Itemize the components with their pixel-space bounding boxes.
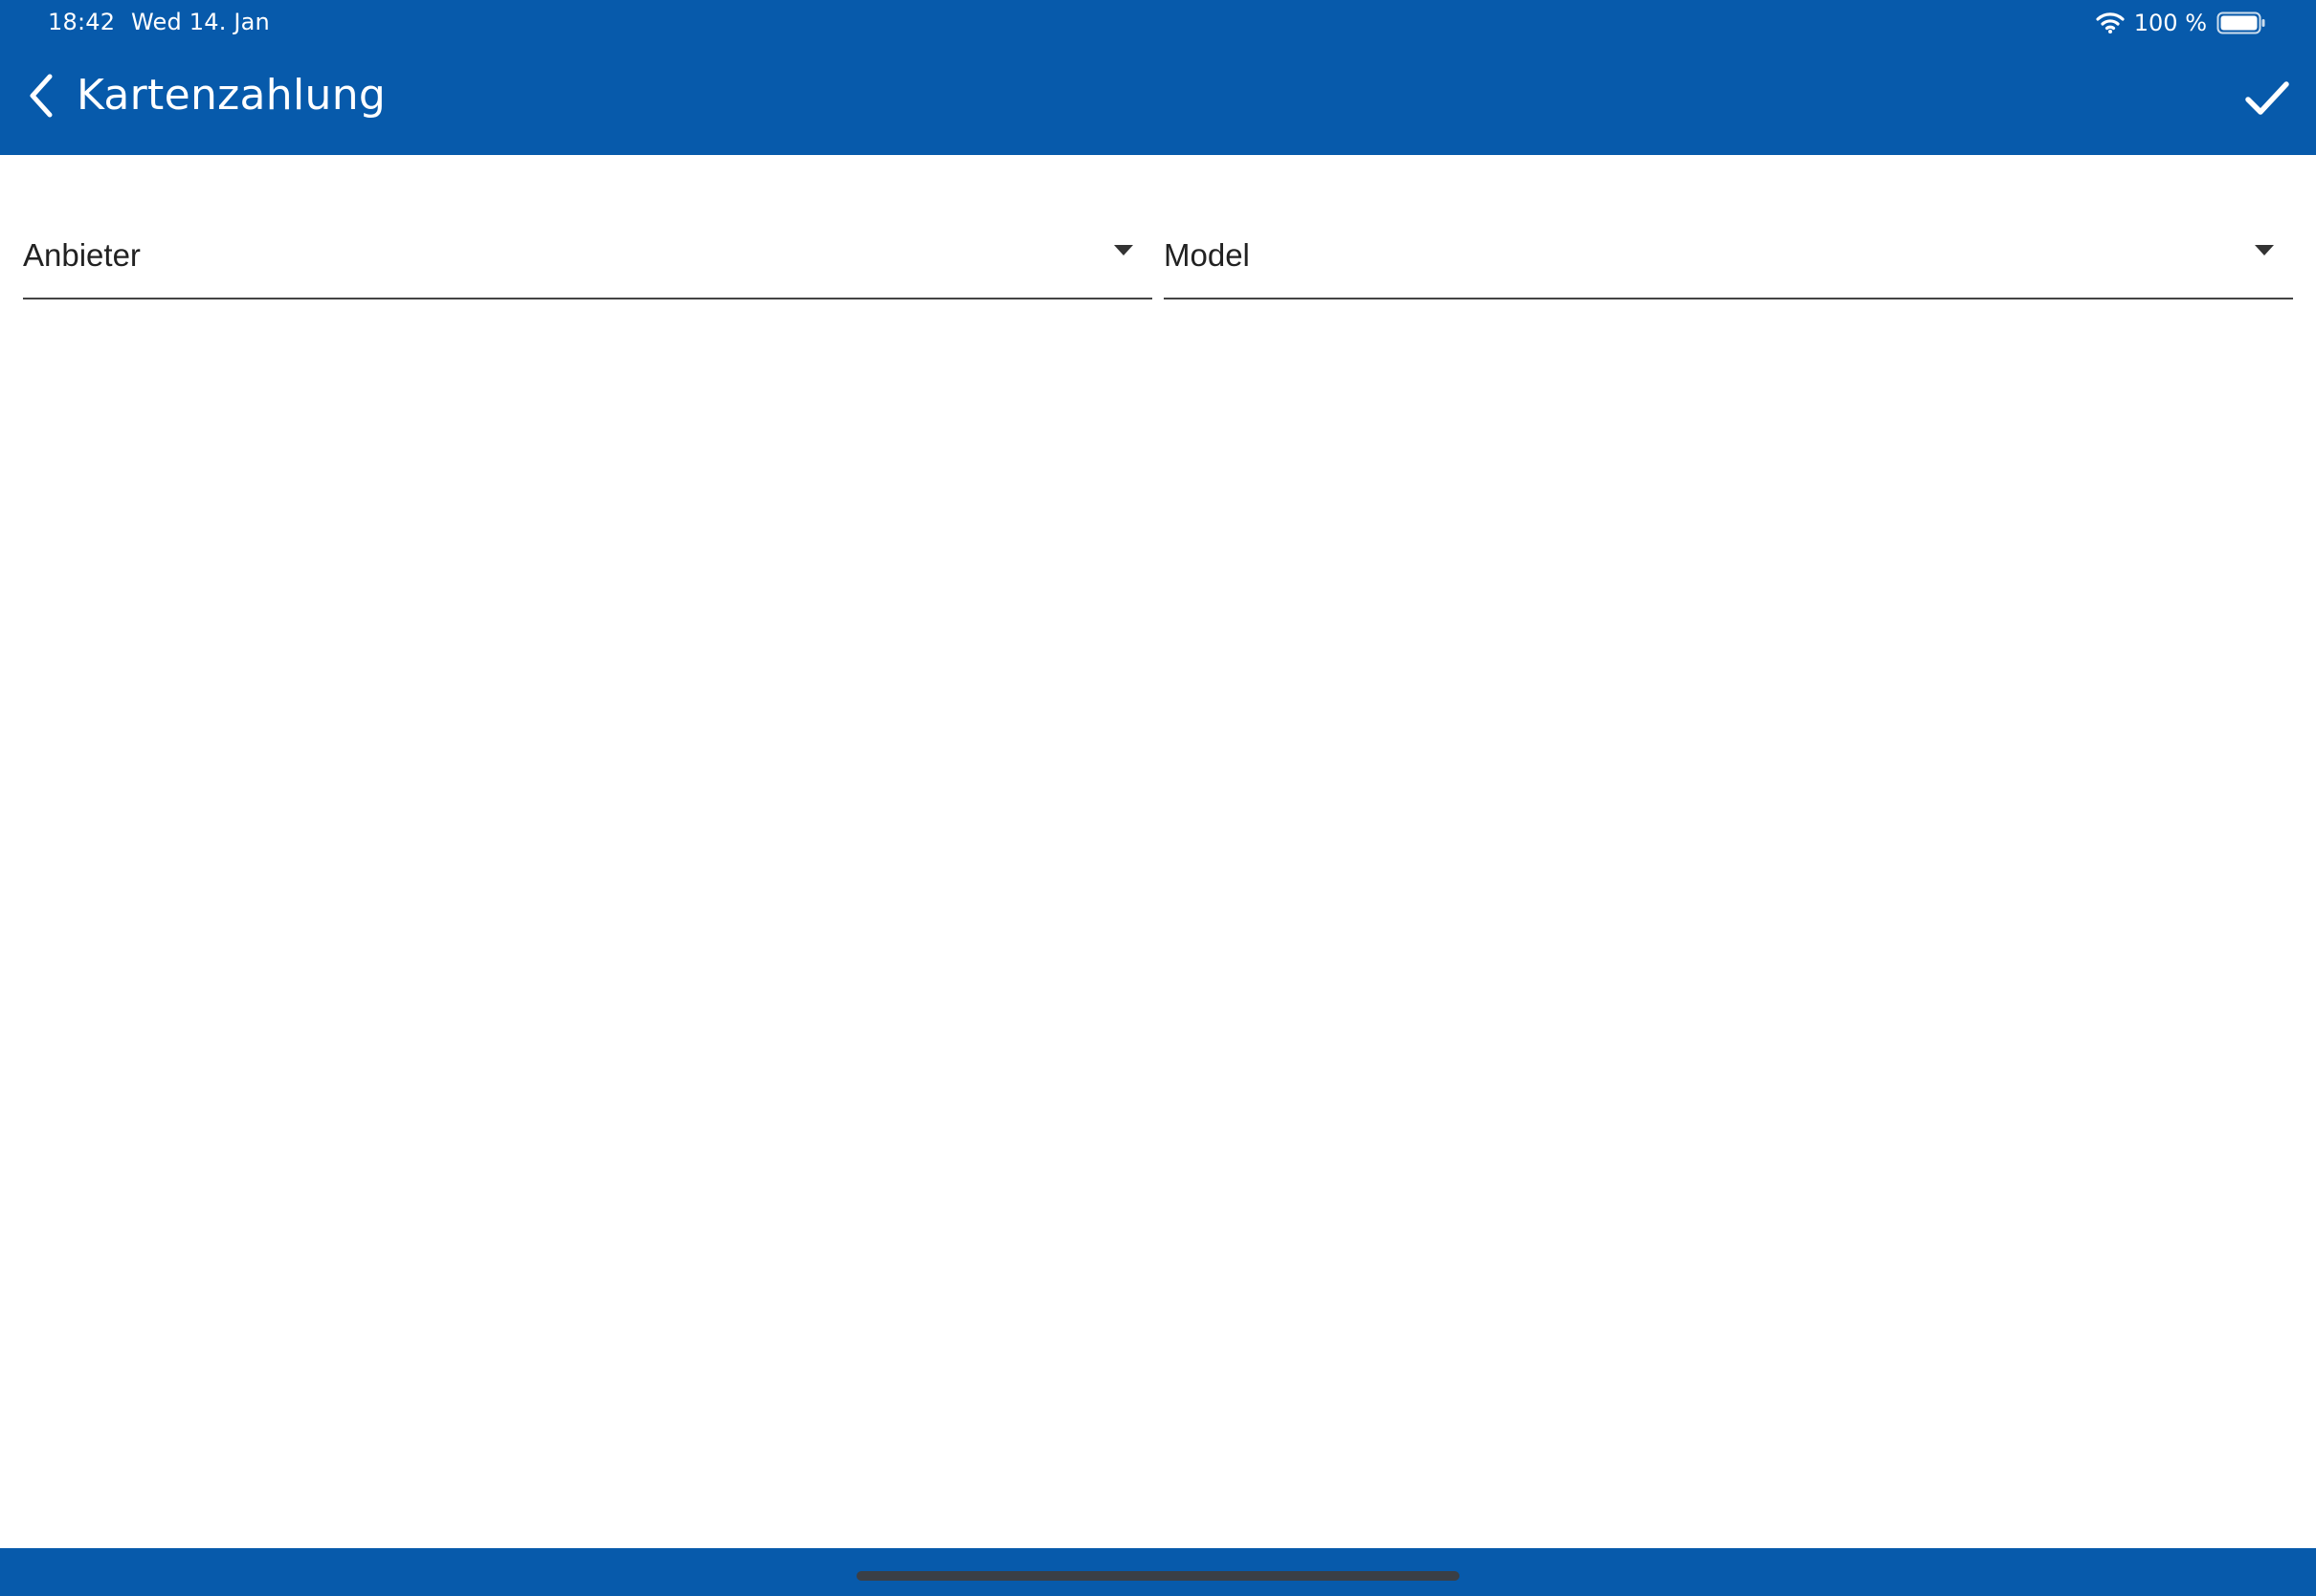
page-title: Kartenzahlung (77, 71, 387, 120)
home-indicator[interactable] (857, 1571, 1459, 1581)
status-date: Wed 14. Jan (131, 9, 270, 35)
check-icon (2244, 79, 2290, 122)
status-indicators: 100 % (2096, 6, 2266, 40)
model-dropdown-label: Model (1164, 237, 1250, 273)
confirm-button[interactable] (2236, 69, 2299, 132)
dropdown-arrow-icon (1114, 245, 1133, 255)
back-button[interactable] (11, 67, 73, 128)
status-time: 18:42 (48, 9, 116, 35)
app-bar: Kartenzahlung (0, 46, 2316, 155)
status-bar: 18:42 Wed 14. Jan 100 % (0, 0, 2316, 46)
wifi-icon (2096, 11, 2125, 34)
bottom-bar (0, 1548, 2316, 1596)
battery-icon (2216, 11, 2266, 35)
model-dropdown[interactable]: Model (1164, 191, 2293, 299)
provider-dropdown[interactable]: Anbieter (23, 191, 1152, 299)
provider-dropdown-label: Anbieter (23, 237, 141, 273)
chevron-left-icon (25, 73, 59, 122)
battery-percentage: 100 % (2133, 10, 2207, 36)
dropdown-arrow-icon (2255, 245, 2274, 255)
